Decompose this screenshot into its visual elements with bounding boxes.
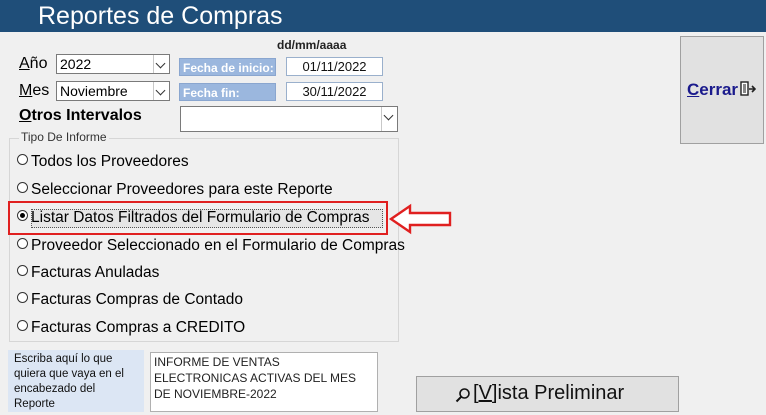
radio-icon[interactable] <box>17 292 28 304</box>
end-date-field[interactable]: 30/11/2022 <box>286 82 383 101</box>
start-date-field[interactable]: 01/11/2022 <box>286 57 383 76</box>
radio-icon[interactable] <box>17 320 28 332</box>
arrow-left-icon <box>388 203 452 235</box>
month-select[interactable]: Noviembre <box>56 81 170 101</box>
end-date-label: Fecha fin: <box>179 83 276 101</box>
month-label-rest: es <box>32 82 50 99</box>
radio-voided-invoices[interactable]: Facturas Anuladas <box>17 264 159 282</box>
start-date-label: Fecha de inicio: <box>179 58 276 76</box>
radio-credit-purchases[interactable]: Facturas Compras a CREDITO <box>17 319 245 337</box>
close-button-rest: errar <box>699 80 739 99</box>
year-label-accel: A <box>19 55 30 72</box>
header-hint: Escriba aquí lo que quiera que vaya en e… <box>8 350 144 412</box>
radio-selected-supplier[interactable]: Proveedor Seleccionado en el Formulario … <box>17 237 405 255</box>
month-label: Mes <box>19 82 49 100</box>
title-bar: Reportes de Compras <box>0 0 766 32</box>
preview-button[interactable]: [V]ista Preliminar <box>416 376 679 412</box>
radio-label: Todos los Proveedores <box>31 153 189 170</box>
month-label-accel: M <box>19 82 33 99</box>
radio-all-suppliers[interactable]: Todos los Proveedores <box>17 153 189 171</box>
preview-button-label: [V]ista Preliminar <box>473 382 624 405</box>
chevron-down-icon[interactable] <box>153 82 169 100</box>
intervals-select[interactable] <box>180 106 398 132</box>
year-label-rest: ño <box>29 55 48 72</box>
header-text-field[interactable]: INFORME DE VENTAS ELECTRONICAS ACTIVAS D… <box>150 352 378 412</box>
radio-icon[interactable] <box>17 182 28 194</box>
year-select[interactable]: 2022 <box>56 54 170 74</box>
intervals-label: Otros Intervalos <box>19 107 142 125</box>
radio-icon[interactable] <box>17 265 28 277</box>
report-type-title: Tipo De Informe <box>19 129 109 145</box>
close-button[interactable]: Cerrar <box>680 36 764 144</box>
chevron-down-icon[interactable] <box>381 107 397 131</box>
radio-cash-purchases[interactable]: Facturas Compras de Contado <box>17 291 243 309</box>
radio-label: Proveedor Seleccionado en el Formulario … <box>31 237 405 254</box>
preview-button-accel: V <box>478 382 492 404</box>
window-title: Reportes de Compras <box>38 2 283 30</box>
highlight-box <box>8 201 388 235</box>
radio-icon[interactable] <box>17 238 28 250</box>
month-value: Noviembre <box>60 83 128 99</box>
chevron-down-icon[interactable] <box>153 55 169 73</box>
radio-label: Facturas Compras a CREDITO <box>31 319 246 336</box>
radio-label: Facturas Anuladas <box>31 264 160 281</box>
year-value: 2022 <box>60 56 92 72</box>
close-button-label: Cerrar <box>687 80 738 100</box>
close-button-accel: C <box>687 80 700 99</box>
intervals-label-accel: O <box>19 107 32 124</box>
radio-label: Facturas Compras de Contado <box>31 291 243 308</box>
radio-icon[interactable] <box>17 154 28 166</box>
intervals-label-rest: tros Intervalos <box>31 107 142 124</box>
radio-label: Seleccionar Proveedores para este Report… <box>31 181 333 198</box>
date-format-hint: dd/mm/aaaa <box>277 38 347 52</box>
preview-button-post: ]ista Preliminar <box>491 382 625 404</box>
magnifier-icon <box>455 388 470 403</box>
radio-select-suppliers[interactable]: Seleccionar Proveedores para este Report… <box>17 181 333 199</box>
exit-door-icon <box>740 81 756 96</box>
year-label: Año <box>19 55 47 73</box>
